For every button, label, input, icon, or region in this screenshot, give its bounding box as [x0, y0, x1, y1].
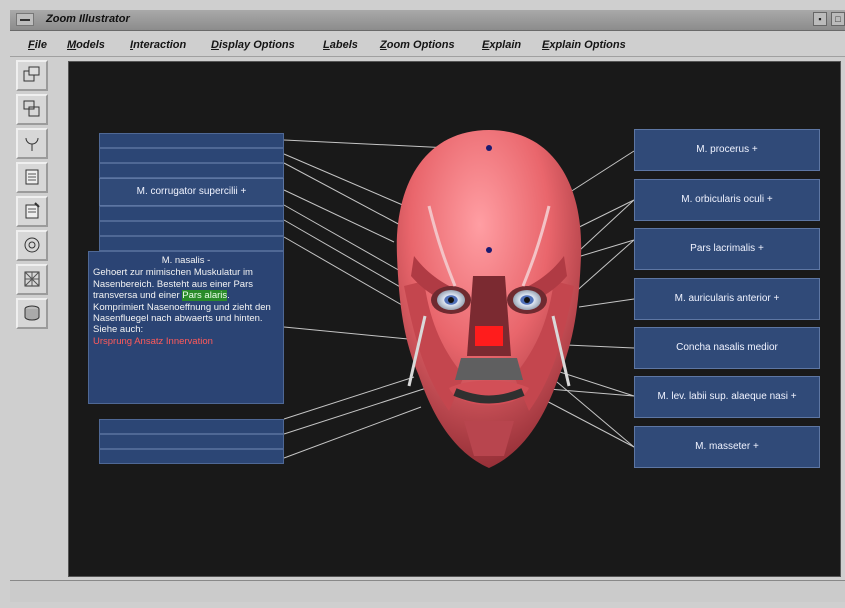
- menu-labels[interactable]: Labels: [323, 39, 358, 51]
- status-bar: [10, 580, 845, 602]
- innervation-link[interactable]: Innervation: [166, 336, 213, 347]
- label-auricularis-anterior[interactable]: M. auricularis anterior +: [634, 278, 820, 320]
- label-concha-nasalis[interactable]: Concha nasalis medior: [634, 327, 820, 369]
- label-slot[interactable]: [99, 221, 284, 236]
- menu-models[interactable]: Models: [67, 39, 105, 51]
- minimize-button[interactable]: ▪: [813, 12, 827, 26]
- grid-zoom-icon[interactable]: [16, 264, 48, 295]
- label-slot[interactable]: [99, 434, 284, 449]
- edit-document-icon[interactable]: [16, 196, 48, 227]
- tool-palette: [10, 58, 54, 570]
- label-slot[interactable]: [99, 419, 284, 434]
- pars-alaris-link[interactable]: Pars alaris: [182, 290, 228, 302]
- system-menu-button[interactable]: [16, 13, 34, 26]
- label-slot[interactable]: [99, 163, 284, 178]
- label-masseter[interactable]: M. masseter +: [634, 426, 820, 468]
- rotate-icon[interactable]: [16, 128, 48, 159]
- application-window: Zoom Illustrator ▪ □ File Models Interac…: [0, 0, 845, 608]
- document-icon[interactable]: [16, 162, 48, 193]
- label-corrugator-supercilii[interactable]: M. corrugator supercilii +: [99, 178, 284, 206]
- maximize-button[interactable]: □: [831, 12, 845, 26]
- window-controls: ▪ □: [813, 12, 845, 26]
- copy-windows-icon[interactable]: [16, 94, 48, 125]
- window-title: Zoom Illustrator: [46, 13, 130, 25]
- label-levator-labii[interactable]: M. lev. labii sup. alaeque nasi +: [634, 376, 820, 418]
- window-icon[interactable]: [16, 60, 48, 91]
- label-pars-lacrimalis[interactable]: Pars lacrimalis +: [634, 228, 820, 270]
- label-procerus[interactable]: M. procerus +: [634, 129, 820, 171]
- label-slot[interactable]: [99, 449, 284, 464]
- label-slot[interactable]: [99, 236, 284, 251]
- panel-title[interactable]: M. nasalis -: [93, 255, 279, 266]
- ursprung-link[interactable]: Ursprung: [93, 336, 132, 347]
- target-icon[interactable]: [16, 230, 48, 261]
- database-icon[interactable]: [16, 298, 48, 329]
- menu-display-options[interactable]: Display Options: [211, 39, 295, 51]
- menu-explain[interactable]: Explain: [482, 39, 521, 51]
- label-orbicularis-oculi[interactable]: M. orbicularis oculi +: [634, 179, 820, 221]
- title-bar: Zoom Illustrator ▪ □: [10, 10, 845, 31]
- label-slot[interactable]: [99, 148, 284, 163]
- menu-explain-options[interactable]: Explain Options: [542, 39, 626, 51]
- ansatz-link[interactable]: Ansatz: [134, 336, 163, 347]
- menu-file[interactable]: File: [28, 39, 47, 51]
- 3d-viewport[interactable]: M. corrugator supercilii + M. nasalis - …: [68, 61, 841, 577]
- menu-zoom-options[interactable]: Zoom Options: [380, 39, 455, 51]
- label-slot[interactable]: [99, 206, 284, 221]
- menu-bar: File Models Interaction Display Options …: [10, 36, 845, 57]
- menu-interaction[interactable]: Interaction: [130, 39, 186, 51]
- label-slot[interactable]: [99, 133, 284, 148]
- explanation-panel: M. nasalis - Gehoert zur mimischen Musku…: [88, 251, 284, 404]
- head-model[interactable]: [369, 126, 609, 471]
